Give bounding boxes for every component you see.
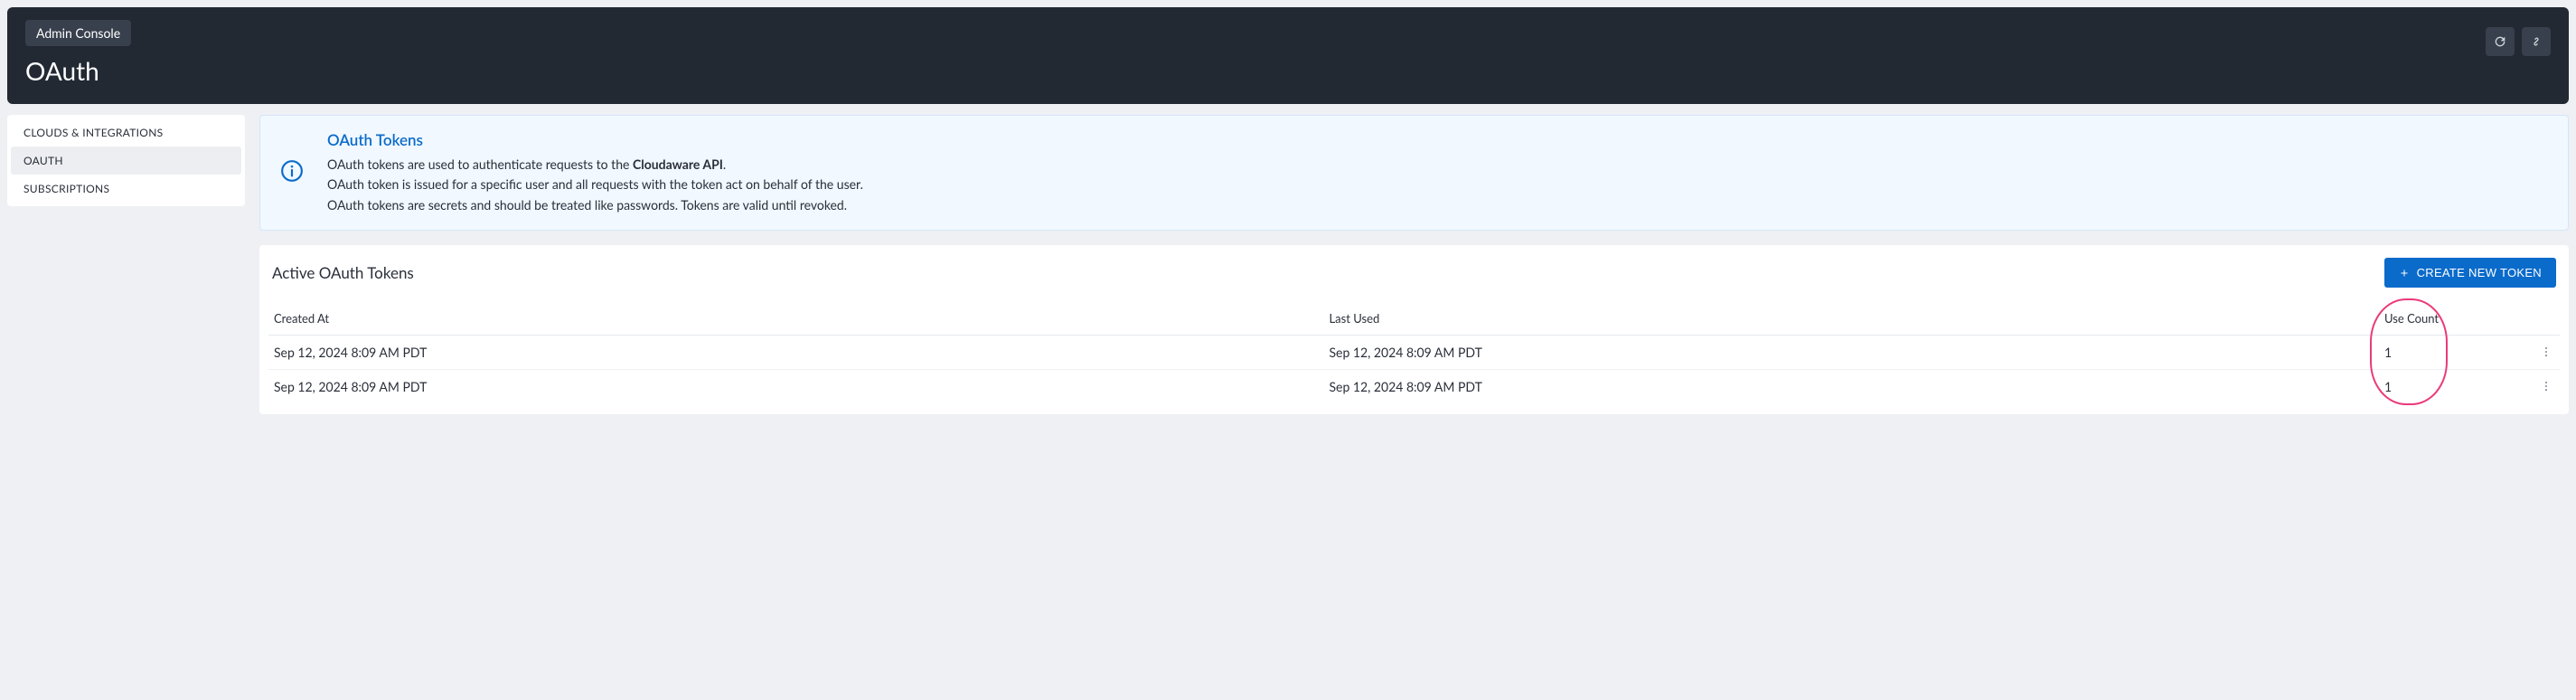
col-use-count[interactable]: Use Count xyxy=(2379,302,2524,336)
sidebar: CLOUDS & INTEGRATIONS OAUTH SUBSCRIPTION… xyxy=(7,115,245,206)
page-header: Admin Console OAuth xyxy=(7,7,2569,104)
info-line-1c: . xyxy=(723,156,726,172)
refresh-icon xyxy=(2493,34,2507,49)
sidebar-item-subscriptions[interactable]: SUBSCRIPTIONS xyxy=(11,175,241,203)
link-icon xyxy=(2529,34,2543,49)
page-title: OAuth xyxy=(25,55,2551,86)
row-menu-button[interactable] xyxy=(2538,344,2554,360)
content-area: CLOUDS & INTEGRATIONS OAUTH SUBSCRIPTION… xyxy=(0,111,2576,432)
info-line-2: OAuth token is issued for a specific use… xyxy=(327,175,863,194)
cell-created-at: Sep 12, 2024 8:09 AM PDT xyxy=(268,336,1324,370)
create-token-button[interactable]: CREATE NEW TOKEN xyxy=(2384,258,2556,288)
table-row: Sep 12, 2024 8:09 AM PDT Sep 12, 2024 8:… xyxy=(268,336,2560,370)
col-menu xyxy=(2524,302,2560,336)
main-area: OAuth Tokens OAuth tokens are used to au… xyxy=(259,115,2569,414)
info-banner: OAuth Tokens OAuth tokens are used to au… xyxy=(259,115,2569,231)
cell-last-used: Sep 12, 2024 8:09 AM PDT xyxy=(1324,370,2380,404)
more-icon xyxy=(2540,345,2552,358)
tokens-panel: Active OAuth Tokens CREATE NEW TOKEN Cre… xyxy=(259,245,2569,414)
info-icon xyxy=(280,159,304,185)
info-title: OAuth Tokens xyxy=(327,130,863,149)
cell-created-at: Sep 12, 2024 8:09 AM PDT xyxy=(268,370,1324,404)
cell-use-count: 1 xyxy=(2379,370,2524,404)
info-line-3: OAuth tokens are secrets and should be t… xyxy=(327,195,863,215)
cell-last-used: Sep 12, 2024 8:09 AM PDT xyxy=(1324,336,2380,370)
refresh-button[interactable] xyxy=(2486,27,2515,56)
sidebar-item-clouds-integrations[interactable]: CLOUDS & INTEGRATIONS xyxy=(11,118,241,147)
row-menu-button[interactable] xyxy=(2538,378,2554,394)
create-token-label: CREATE NEW TOKEN xyxy=(2417,266,2542,279)
link-button[interactable] xyxy=(2522,27,2551,56)
more-icon xyxy=(2540,380,2552,393)
info-text: OAuth Tokens OAuth tokens are used to au… xyxy=(327,130,863,215)
info-line-1-strong: Cloudaware API xyxy=(633,156,723,172)
col-created-at[interactable]: Created At xyxy=(268,302,1324,336)
sidebar-item-oauth[interactable]: OAUTH xyxy=(11,147,241,175)
info-line-1: OAuth tokens are used to authenticate re… xyxy=(327,155,863,175)
panel-head: Active OAuth Tokens CREATE NEW TOKEN xyxy=(259,258,2569,297)
header-actions xyxy=(2486,27,2551,56)
tokens-table: Created At Last Used Use Count Sep 12, 2… xyxy=(268,302,2560,403)
info-line-1a: OAuth tokens are used to authenticate re… xyxy=(327,156,633,172)
table-row: Sep 12, 2024 8:09 AM PDT Sep 12, 2024 8:… xyxy=(268,370,2560,404)
col-last-used[interactable]: Last Used xyxy=(1324,302,2380,336)
plus-icon xyxy=(2399,268,2410,279)
panel-title: Active OAuth Tokens xyxy=(272,263,414,282)
cell-use-count: 1 xyxy=(2379,336,2524,370)
token-table-wrap: Created At Last Used Use Count Sep 12, 2… xyxy=(259,302,2569,403)
breadcrumb[interactable]: Admin Console xyxy=(25,20,131,46)
